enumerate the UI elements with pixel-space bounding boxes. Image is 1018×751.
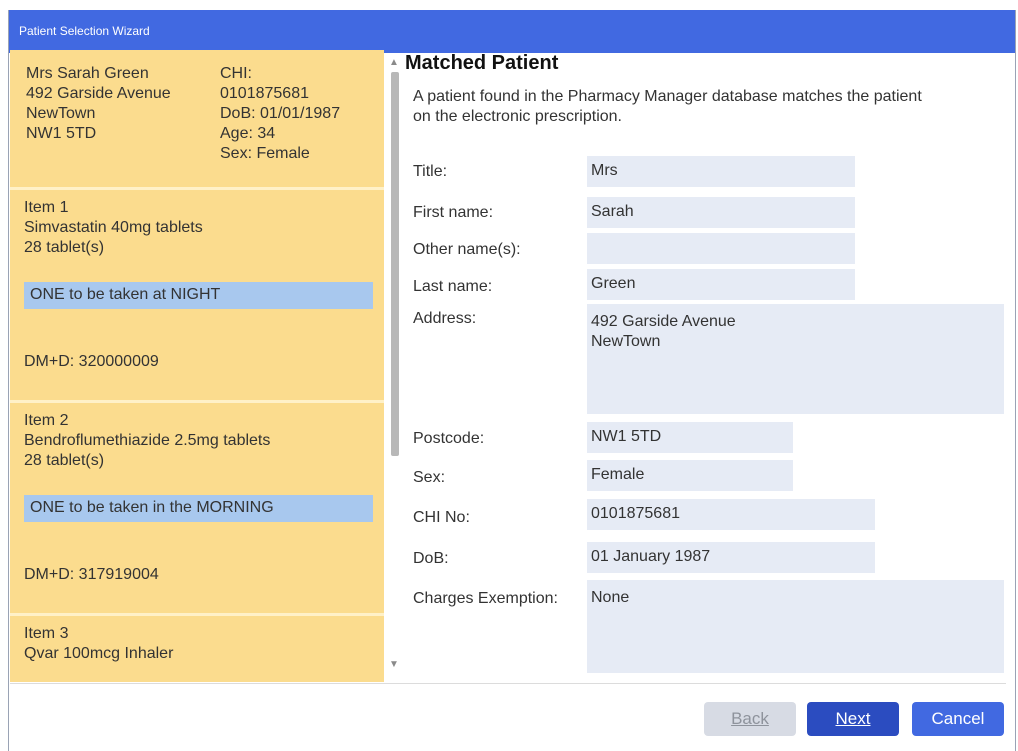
item-dmd-code: DM+D: 320000009 — [24, 353, 159, 370]
cancel-button-label: Cancel — [931, 709, 985, 728]
item-drug: Qvar 100mcg Inhaler — [24, 645, 174, 662]
last-name-field: Green — [587, 269, 855, 300]
prescription-item[interactable]: Item 1 Simvastatin 40mg tablets 28 table… — [10, 187, 384, 400]
item-dmd-code: DM+D: 317919004 — [24, 566, 159, 583]
next-button[interactable]: Next — [807, 702, 899, 736]
patient-name: Mrs Sarah Green — [26, 65, 149, 82]
patient-address-line2: NewTown — [26, 105, 96, 122]
sex-label: Sex: — [413, 469, 446, 486]
postcode-label: Postcode: — [413, 430, 485, 447]
item-header: Item 1 — [24, 199, 69, 216]
chi-label: CHI No: — [413, 509, 470, 526]
patient-details: Mrs Sarah Green 492 Garside Avenue NewTo… — [26, 64, 171, 144]
item-drug: Bendroflumethiazide 2.5mg tablets — [24, 432, 271, 449]
patient-postcode: NW1 5TD — [26, 125, 97, 142]
item-quantity: 28 tablet(s) — [24, 452, 105, 469]
form-heading: Matched Patient — [405, 52, 559, 74]
item-header: Item 2 — [24, 412, 69, 429]
patient-sex: Sex: Female — [220, 145, 310, 162]
scroll-down-arrow-icon[interactable]: ▼ — [388, 660, 400, 670]
first-name-field: Sarah — [587, 197, 855, 228]
address-line2: NewTown — [591, 333, 661, 350]
item-quantity: 28 tablet(s) — [24, 239, 105, 256]
exemption-label: Charges Exemption: — [413, 590, 558, 607]
prescription-panel[interactable]: Mrs Sarah Green 492 Garside Avenue NewTo… — [10, 50, 384, 682]
title-label: Title: — [413, 163, 448, 180]
scrollbar-thumb[interactable] — [391, 72, 399, 456]
form-description: A patient found in the Pharmacy Manager … — [413, 88, 922, 125]
address-field: 492 Garside Avenue NewTown — [587, 304, 1004, 414]
sex-field: Female — [587, 460, 793, 491]
address-label: Address: — [413, 310, 477, 327]
next-button-label: Next — [835, 709, 871, 728]
footer-divider — [10, 683, 1006, 684]
address-line1: 492 Garside Avenue — [591, 313, 736, 330]
prescription-item[interactable]: Item 3 Qvar 100mcg Inhaler — [10, 613, 384, 682]
patient-chi-label: CHI: — [220, 65, 252, 82]
dob-field: 01 January 1987 — [587, 542, 875, 573]
item-dosage: ONE to be taken in the MORNING — [24, 495, 373, 522]
patient-address-line1: 492 Garside Avenue — [26, 85, 171, 102]
scroll-up-arrow-icon[interactable]: ▲ — [388, 58, 400, 68]
title-field: Mrs — [587, 156, 855, 187]
other-names-field — [587, 233, 855, 264]
dob-label: DoB: — [413, 550, 449, 567]
item-dosage: ONE to be taken at NIGHT — [24, 282, 373, 309]
prescription-item[interactable]: Item 2 Bendroflumethiazide 2.5mg tablets… — [10, 400, 384, 613]
cancel-button[interactable]: Cancel — [912, 702, 1004, 736]
patient-age: Age: 34 — [220, 125, 276, 142]
patient-chi-value: 0101875681 — [220, 85, 309, 102]
last-name-label: Last name: — [413, 278, 493, 295]
window-title: Patient Selection Wizard — [19, 24, 150, 38]
chi-field: 0101875681 — [587, 499, 875, 530]
patient-identifiers: CHI: 0101875681 DoB: 01/01/1987 Age: 34 … — [220, 64, 340, 164]
exemption-field: None — [587, 580, 1004, 673]
patient-dob: DoB: 01/01/1987 — [220, 105, 341, 122]
other-names-label: Other name(s): — [413, 241, 521, 258]
item-header: Item 3 — [24, 625, 69, 642]
item-drug: Simvastatin 40mg tablets — [24, 219, 203, 236]
back-button[interactable]: Back — [704, 702, 796, 736]
postcode-field: NW1 5TD — [587, 422, 793, 453]
first-name-label: First name: — [413, 204, 494, 221]
title-bar: Patient Selection Wizard — [9, 10, 1015, 53]
patient-card: Mrs Sarah Green 492 Garside Avenue NewTo… — [10, 50, 384, 187]
back-button-label: Back — [731, 709, 769, 728]
